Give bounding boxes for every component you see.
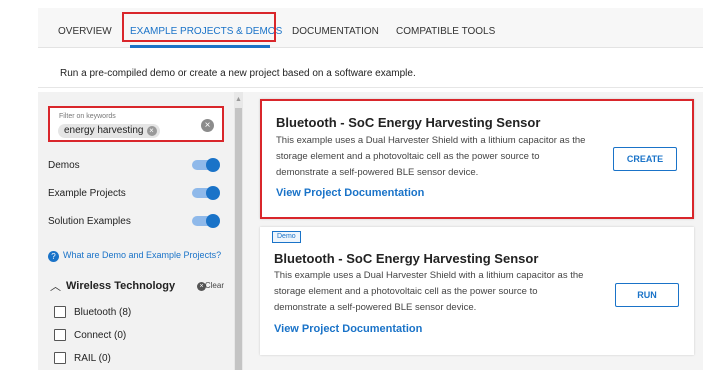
tab-compatible-tools[interactable]: COMPATIBLE TOOLS (396, 26, 495, 37)
intro-text: Run a pre-compiled demo or create a new … (60, 68, 416, 79)
checkbox[interactable] (54, 352, 66, 364)
project-card: Bluetooth - SoC Energy Harvesting Sensor… (260, 99, 694, 219)
clear-button[interactable]: Clear (205, 281, 224, 290)
clear-filter-icon[interactable]: × (201, 119, 214, 132)
checkbox[interactable] (54, 329, 66, 341)
checkbox[interactable] (54, 306, 66, 318)
checkbox-label: Connect (0) (74, 330, 127, 341)
card-desc-line: demonstrate a self-powered BLE sensor de… (276, 167, 479, 178)
checkbox-label: Bluetooth (8) (74, 307, 132, 318)
toggle-label: Solution Examples (48, 216, 131, 227)
solution-examples-toggle[interactable] (192, 214, 220, 228)
create-button[interactable]: CREATE (613, 147, 677, 171)
wireless-technology-header[interactable]: ︿ Wireless Technology × Clear (48, 278, 224, 294)
results-panel: Bluetooth - SoC Energy Harvesting Sensor… (243, 92, 703, 370)
scroll-up-arrow-icon[interactable]: ▲ (235, 96, 242, 103)
demo-badge: Demo (272, 231, 301, 243)
view-documentation-link[interactable]: View Project Documentation (274, 323, 422, 335)
intro-bar: Run a pre-compiled demo or create a new … (38, 58, 703, 88)
filter-chip: energy harvesting × (58, 124, 160, 138)
highlight-box-tab (122, 12, 276, 42)
help-link-text: What are Demo and Example Projects? (63, 250, 222, 260)
card-desc-line: demonstrate a self-powered BLE sensor de… (274, 302, 477, 313)
filter-label: Filter on keywords (59, 113, 116, 120)
toggle-row-demos: Demos (48, 158, 220, 174)
card-desc-line: This example uses a Dual Harvester Shiel… (274, 270, 584, 281)
help-link[interactable]: ? What are Demo and Example Projects? (48, 250, 221, 262)
example-projects-toggle[interactable] (192, 186, 220, 200)
sidebar-scrollbar[interactable]: ▲ (234, 92, 243, 370)
info-icon: ? (48, 251, 59, 262)
demo-card: Demo Bluetooth - SoC Energy Harvesting S… (260, 227, 694, 355)
demos-toggle[interactable] (192, 158, 220, 172)
filter-chip-label: energy harvesting (64, 125, 144, 136)
toggle-row-example-projects: Example Projects (48, 186, 220, 202)
chip-remove-icon[interactable]: × (146, 126, 157, 136)
tab-documentation[interactable]: DOCUMENTATION (292, 26, 379, 37)
toggle-label: Demos (48, 160, 80, 171)
section-title: Wireless Technology (66, 280, 176, 292)
keyword-filter-field[interactable]: Filter on keywords energy harvesting × × (48, 106, 224, 142)
view-documentation-link[interactable]: View Project Documentation (276, 187, 424, 199)
run-button[interactable]: RUN (615, 283, 679, 307)
card-title: Bluetooth - SoC Energy Harvesting Sensor (276, 115, 541, 130)
card-desc-line: storage element and a photovoltaic cell … (274, 286, 538, 297)
card-desc-line: This example uses a Dual Harvester Shiel… (276, 135, 586, 146)
tab-overview[interactable]: OVERVIEW (58, 26, 112, 37)
filter-sidebar: Filter on keywords energy harvesting × ×… (38, 92, 243, 370)
chevron-up-icon[interactable]: ︿ (50, 278, 61, 294)
toggle-label: Example Projects (48, 188, 126, 199)
toggle-row-solution-examples: Solution Examples (48, 214, 220, 230)
active-tab-indicator (130, 45, 270, 48)
checkbox-label: RAIL (0) (74, 353, 111, 364)
card-title: Bluetooth - SoC Energy Harvesting Sensor (274, 251, 539, 266)
card-desc-line: storage element and a photovoltaic cell … (276, 151, 540, 162)
scrollbar-thumb[interactable] (235, 108, 242, 370)
